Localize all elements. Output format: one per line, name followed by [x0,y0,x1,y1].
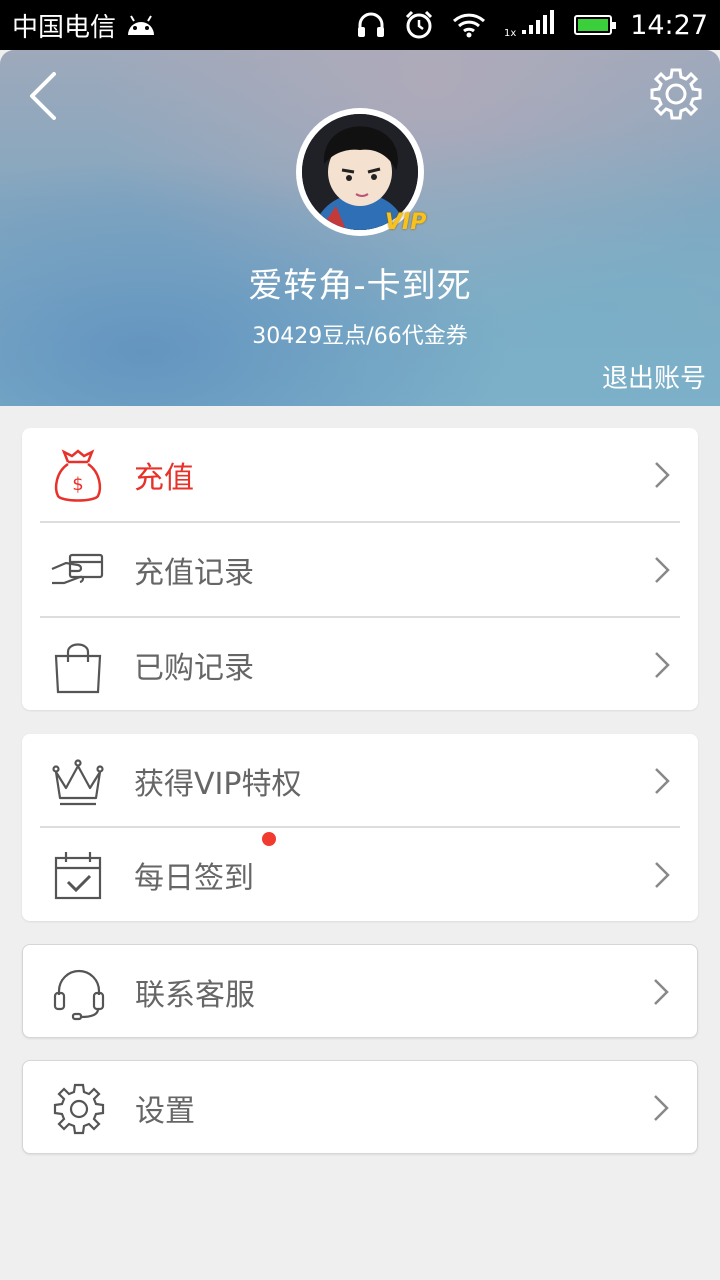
android-icon [128,15,155,35]
calendar-check-icon [54,852,102,900]
menu-item-purchase-history[interactable]: 已购记录 [22,618,698,712]
headphone-icon [358,12,385,37]
gear-icon[interactable] [648,66,704,122]
crown-icon [52,759,104,806]
chevron-right-icon [654,979,669,1005]
menu-card-support: 联系客服 [22,944,698,1038]
chevron-right-icon [655,768,670,794]
status-bar: 中国电信 1x 14:27 [0,0,720,50]
chevron-right-icon [655,557,670,583]
menu-item-label: 设置 [135,1094,195,1129]
profile-header: VIP 爱转角-卡到死 30429豆点/66代金券 退出账号 [0,50,720,406]
svg-text:1x: 1x [504,28,516,39]
status-icons: 1x 14:27 [356,10,708,41]
logout-button[interactable]: 退出账号 [602,358,706,395]
menu-item-label: 获得VIP特权 [134,767,302,802]
money-bag-icon: $ [54,449,102,502]
chevron-right-icon [655,862,670,888]
menu-card-settings: 设置 [22,1060,698,1154]
menu-card-vip: 获得VIP特权 每日签到 [22,734,698,921]
battery-icon [574,15,617,35]
card-in-hand-icon [51,553,104,585]
alarm-icon [406,10,433,39]
signal-icon: 1x [504,10,555,39]
menu-item-vip[interactable]: 获得VIP特权 [22,734,698,828]
status-time: 14:27 [630,9,708,41]
menu-item-label: 每日签到 [134,861,254,896]
chevron-right-icon [654,1095,669,1121]
chevron-right-icon [655,652,670,678]
menu-item-recharge-history[interactable]: 充值记录 [22,523,698,617]
carrier-name: 中国电信 [12,12,117,43]
username: 爱转角-卡到死 [248,266,472,306]
headset-icon [53,969,105,1021]
menu-card-account: $ 充值 充值记录 已购记录 [22,428,698,710]
menu-item-label: 联系客服 [135,978,255,1013]
menu-item-customer-service[interactable]: 联系客服 [23,945,697,1039]
vip-badge: VIP [385,210,427,235]
menu-item-recharge[interactable]: $ 充值 [22,428,698,522]
back-icon[interactable] [24,70,64,122]
svg-text:$: $ [72,474,83,495]
gear-icon [53,1083,105,1135]
menu-item-label: 充值记录 [134,556,254,591]
shopping-bag-icon [54,643,102,694]
menu-item-settings[interactable]: 设置 [23,1061,697,1155]
wifi-icon [453,13,486,38]
menu-item-label: 充值 [134,461,194,496]
carrier-group: 中国电信 [12,7,158,44]
menu-item-label: 已购记录 [134,651,254,686]
chevron-right-icon [655,462,670,488]
notification-dot [262,832,276,846]
balance-text: 30429豆点/66代金券 [252,324,468,349]
menu-item-daily-checkin[interactable]: 每日签到 [22,828,698,922]
